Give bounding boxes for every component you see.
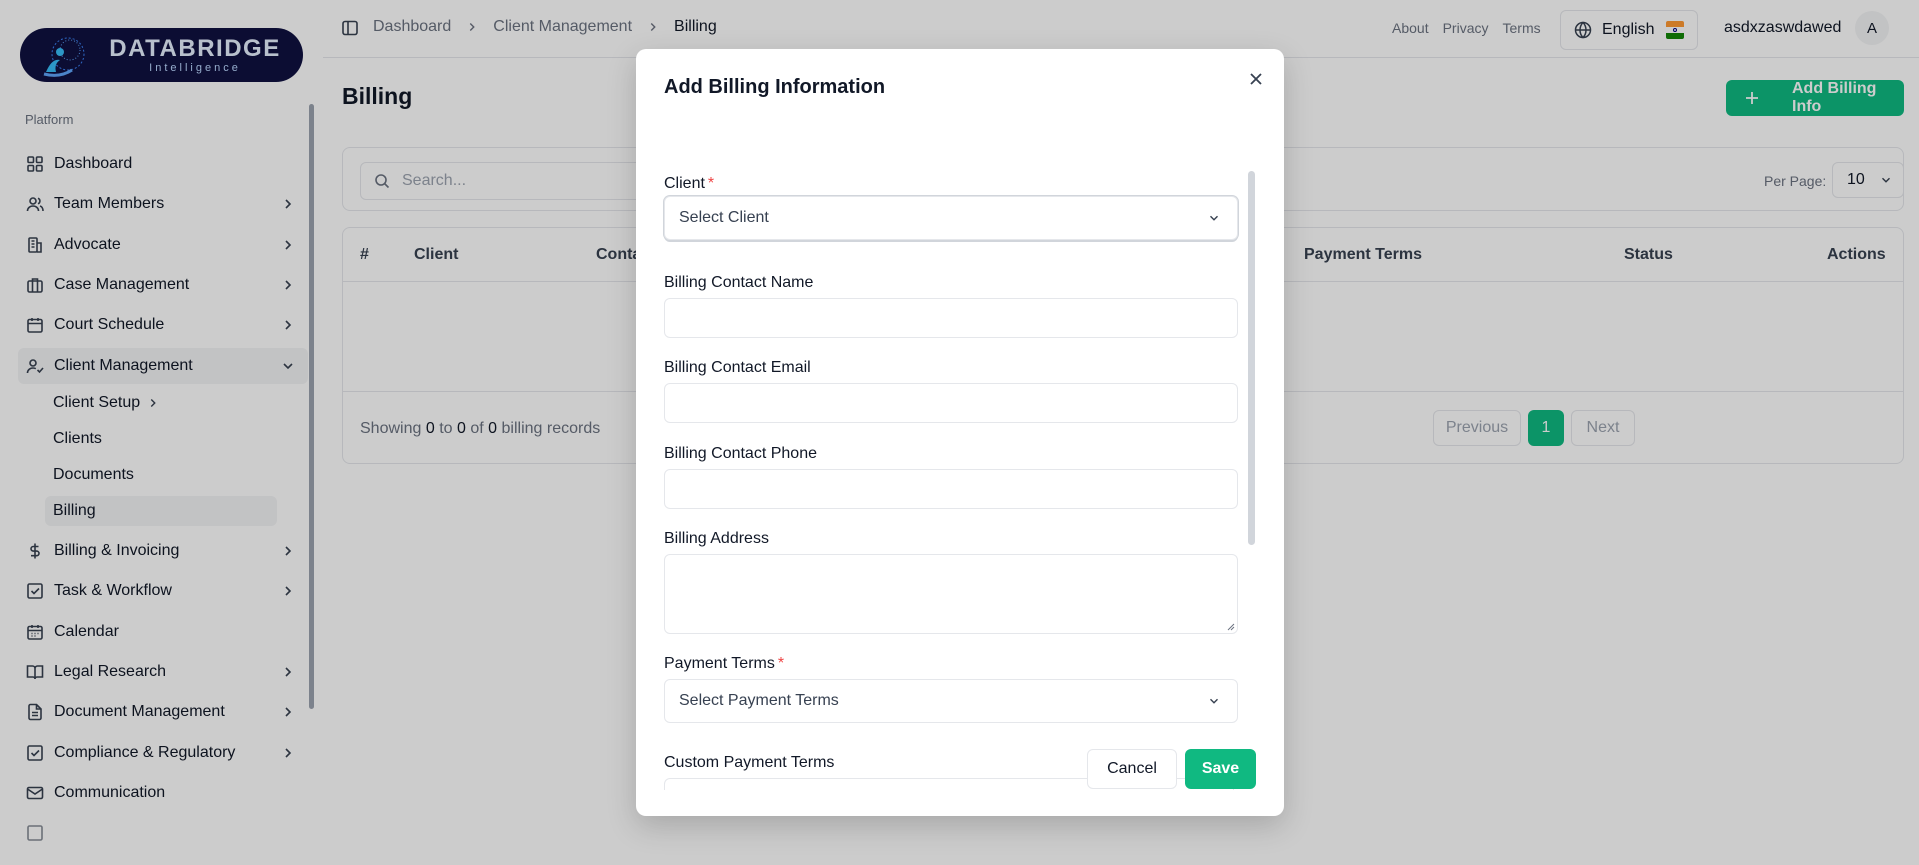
save-button[interactable]: Save xyxy=(1185,749,1256,789)
billing-address-label: Billing Address xyxy=(664,530,769,547)
billing-contact-phone-field[interactable] xyxy=(664,469,1238,509)
billing-address-field[interactable] xyxy=(664,554,1238,634)
resize-grip-icon[interactable] xyxy=(1226,622,1235,631)
payment-terms-select[interactable]: Select Payment Terms xyxy=(664,679,1238,723)
payment-terms-label: Payment Terms * xyxy=(664,655,785,672)
add-billing-modal: Add Billing Information Client * Select C… xyxy=(636,49,1284,816)
client-select[interactable]: Select Client xyxy=(664,196,1238,240)
chevron-down-icon xyxy=(1207,211,1221,225)
billing-contact-email-label: Billing Contact Email xyxy=(664,359,811,376)
billing-contact-phone-label: Billing Contact Phone xyxy=(664,445,817,462)
billing-contact-email-field[interactable] xyxy=(664,383,1238,423)
custom-payment-terms-label: Custom Payment Terms xyxy=(664,754,835,771)
modal-form: Client * Select Client Billing Contact Na… xyxy=(636,123,1284,800)
modal-title: Add Billing Information xyxy=(664,76,886,98)
client-label: Client * xyxy=(664,175,715,192)
modal-scrollbar[interactable] xyxy=(1248,171,1255,545)
payment-terms-placeholder: Select Payment Terms xyxy=(679,692,839,709)
client-select-placeholder: Select Client xyxy=(679,209,769,226)
billing-contact-name-field[interactable] xyxy=(664,298,1238,338)
cancel-button[interactable]: Cancel xyxy=(1087,749,1177,789)
required-marker: * xyxy=(777,655,785,672)
chevron-down-icon xyxy=(1207,694,1221,708)
close-icon[interactable] xyxy=(1246,69,1266,89)
billing-contact-name-label: Billing Contact Name xyxy=(664,274,814,291)
required-marker: * xyxy=(707,175,715,192)
